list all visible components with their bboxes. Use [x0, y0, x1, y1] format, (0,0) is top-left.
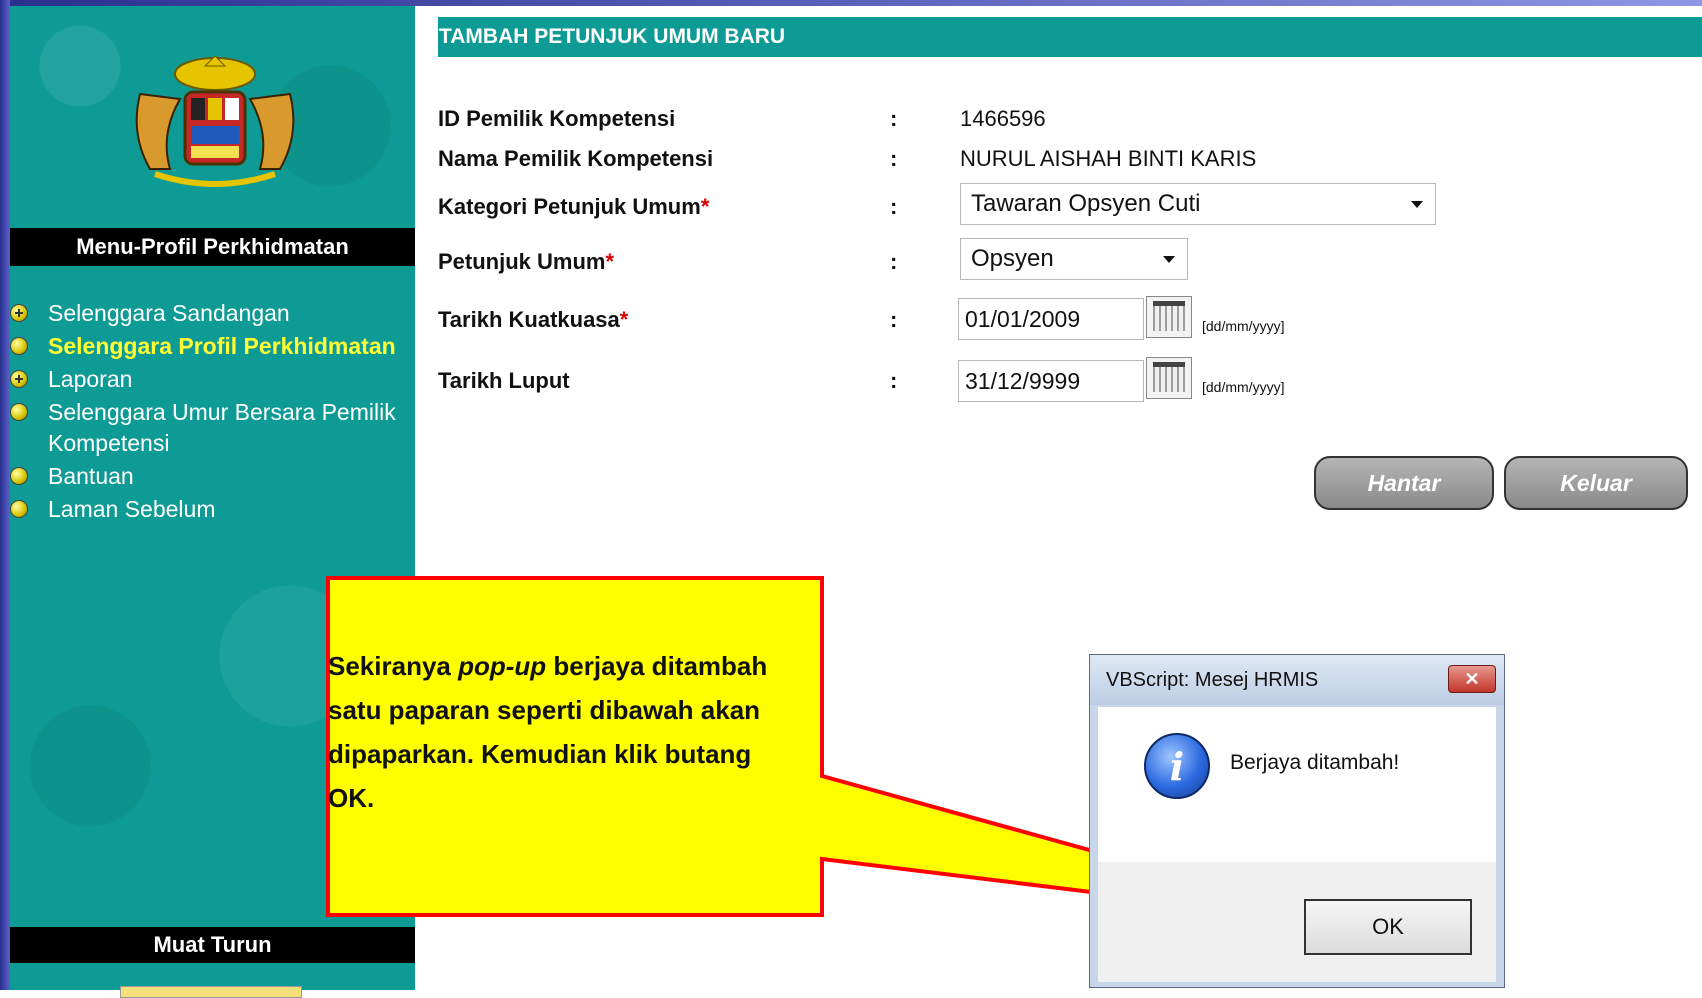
dialog-title: VBScript: Mesej HRMIS [1090, 655, 1504, 705]
close-icon[interactable]: ✕ [1448, 665, 1496, 693]
callout-text-part: Sekiranya [328, 651, 459, 681]
message-dialog: VBScript: Mesej HRMIS ✕ i Berjaya ditamb… [1089, 654, 1505, 988]
info-icon: i [1144, 733, 1210, 799]
dialog-message: Berjaya ditambah! [1230, 751, 1400, 774]
callout-text: Sekiranya pop-up berjaya ditambah satu p… [328, 644, 798, 820]
callout-text-italic: pop-up [458, 651, 547, 681]
ok-button[interactable]: OK [1304, 899, 1472, 955]
